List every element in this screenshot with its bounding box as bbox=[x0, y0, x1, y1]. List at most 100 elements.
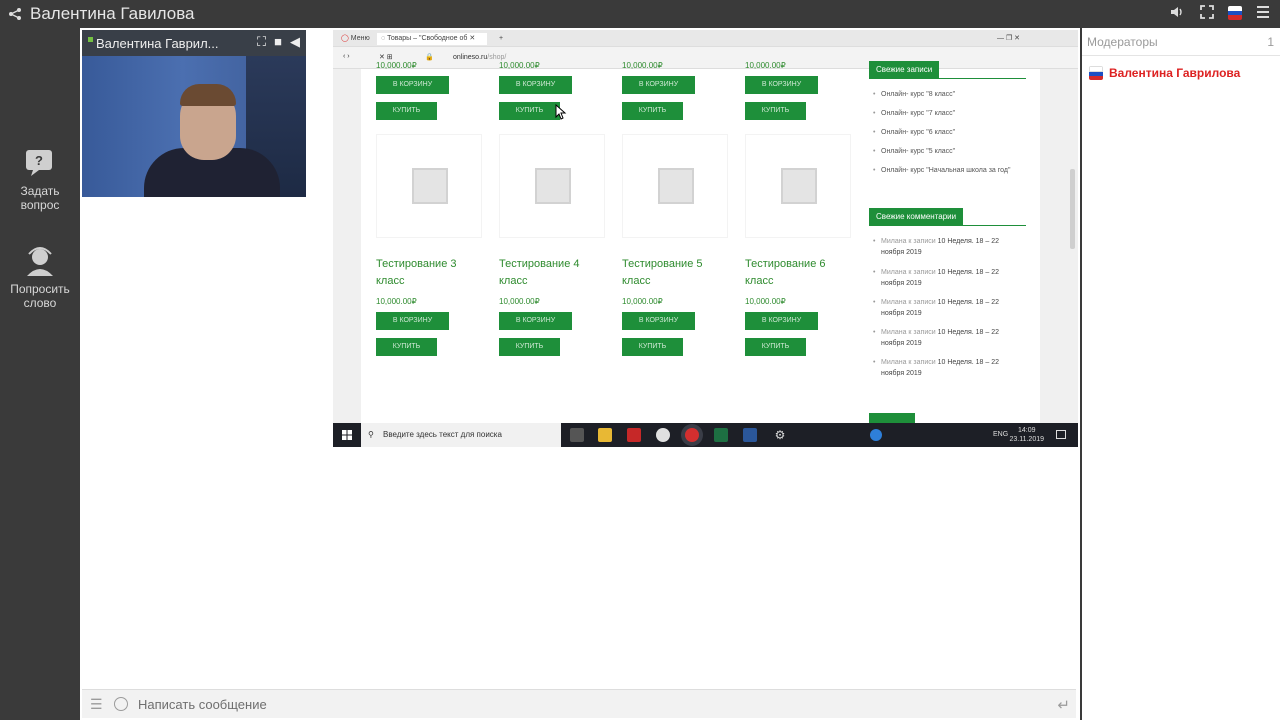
settings-gear-icon[interactable]: ⚙ bbox=[773, 428, 787, 442]
add-to-cart-button[interactable]: В КОРЗИНУ bbox=[622, 76, 695, 94]
main-area: Валентина Гаврил... ⛶ ■ ◀ ◯ Меню ◌ Товар… bbox=[80, 28, 1080, 720]
emoji-icon[interactable] bbox=[114, 697, 128, 711]
moderators-count: 1 bbox=[1267, 35, 1274, 49]
buy-button[interactable]: КУПИТЬ bbox=[745, 338, 806, 356]
url-text[interactable]: onlineso.ru/shop/ bbox=[453, 54, 506, 61]
task-view-icon[interactable] bbox=[570, 428, 584, 442]
recent-comment[interactable]: Милана к записи 10 Неделя. 18 – 22 ноябр… bbox=[873, 327, 1021, 349]
top-bar: Валентина Гавилова bbox=[0, 0, 1280, 28]
input-language[interactable]: ENG bbox=[993, 431, 1008, 438]
live-indicator bbox=[88, 37, 93, 42]
notifications-icon[interactable] bbox=[1056, 430, 1066, 439]
excel-icon[interactable] bbox=[714, 428, 728, 442]
mute-icon[interactable]: ◀ bbox=[290, 34, 300, 50]
new-tab-icon[interactable]: + bbox=[495, 33, 503, 45]
word-icon[interactable] bbox=[743, 428, 757, 442]
sidebar-heading-partial bbox=[869, 413, 915, 423]
recent-comment[interactable]: Милана к записи 10 Неделя. 18 – 22 ноябр… bbox=[873, 267, 1021, 289]
taskbar-search-input[interactable]: ⚲ Введите здесь текст для поиска bbox=[361, 423, 561, 447]
speaker-person-icon bbox=[23, 246, 57, 276]
recent-post-link[interactable]: Онлайн- курс "7 класс" bbox=[873, 108, 1021, 119]
heading-underline bbox=[869, 78, 1026, 79]
page-scrollbar[interactable] bbox=[1070, 169, 1075, 249]
add-to-cart-button[interactable]: В КОРЗИНУ bbox=[745, 312, 818, 330]
volume-icon[interactable] bbox=[1168, 4, 1186, 22]
video-fullscreen-icon[interactable]: ⛶ bbox=[257, 34, 266, 50]
yandex-browser-icon[interactable] bbox=[656, 428, 670, 442]
product-price: 10,000.00₽ bbox=[376, 297, 417, 306]
buy-button[interactable]: КУПИТЬ bbox=[499, 338, 560, 356]
image-placeholder-icon bbox=[658, 168, 694, 204]
buy-button[interactable]: КУПИТЬ bbox=[745, 102, 806, 120]
lock-icon: 🔒 bbox=[425, 54, 434, 61]
shop-page: 10,000.00₽ 10,000.00₽ 10,000.00₽ 10,000.… bbox=[333, 61, 1078, 423]
moderator-name[interactable]: Валентина Гаврилова bbox=[1109, 66, 1240, 80]
product-price: 10,000.00₽ bbox=[499, 297, 540, 306]
add-to-cart-button[interactable]: В КОРЗИНУ bbox=[745, 76, 818, 94]
product-title[interactable]: Тестирование 5 класс bbox=[622, 256, 722, 290]
product-title[interactable]: Тестирование 6 класс bbox=[745, 256, 845, 290]
product-title[interactable]: Тестирование 3 класс bbox=[376, 256, 476, 290]
window-controls[interactable]: — ❐ ✕ bbox=[993, 33, 1020, 45]
image-placeholder-icon bbox=[412, 168, 448, 204]
yandex-app-icon[interactable] bbox=[627, 428, 641, 442]
menu-icon[interactable] bbox=[1254, 4, 1272, 22]
recent-posts-heading: Свежие записи bbox=[869, 61, 940, 78]
back-icon[interactable]: ‹ › bbox=[343, 53, 350, 60]
ask-word-button[interactable]: Попросить слово bbox=[0, 246, 80, 310]
product-price: 10,000.00₽ bbox=[622, 297, 663, 306]
buy-button[interactable]: КУПИТЬ bbox=[499, 102, 560, 120]
recent-comment[interactable]: Милана к записи 10 Неделя. 18 – 22 ноябр… bbox=[873, 297, 1021, 319]
opera-menu-tab[interactable]: ◯ Меню bbox=[337, 33, 370, 45]
product-price: 10,000.00₽ bbox=[745, 297, 786, 306]
product-image-placeholder[interactable] bbox=[745, 134, 851, 238]
chat-input-bar: ☰ Написать сообщение ↵ bbox=[82, 689, 1076, 718]
buy-button[interactable]: КУПИТЬ bbox=[622, 338, 683, 356]
page-left-margin bbox=[333, 69, 361, 423]
fullscreen-icon[interactable] bbox=[1198, 4, 1216, 22]
buy-button[interactable]: КУПИТЬ bbox=[376, 102, 437, 120]
windows-start-icon[interactable] bbox=[342, 430, 352, 440]
product-title[interactable]: Тестирование 4 класс bbox=[499, 256, 599, 290]
svg-text:?: ? bbox=[35, 153, 43, 168]
webcam-video[interactable]: Валентина Гаврил... ⛶ ■ ◀ bbox=[82, 30, 306, 197]
moderators-title: Модераторы bbox=[1087, 35, 1158, 49]
russia-flag-icon bbox=[1089, 66, 1103, 80]
add-to-cart-button[interactable]: В КОРЗИНУ bbox=[499, 312, 572, 330]
chat-menu-icon[interactable]: ☰ bbox=[90, 697, 104, 711]
file-explorer-icon[interactable] bbox=[598, 428, 612, 442]
camera-icon[interactable]: ■ bbox=[274, 34, 282, 50]
recent-post-link[interactable]: Онлайн- курс "5 класс" bbox=[873, 146, 1021, 157]
share-icon[interactable] bbox=[8, 7, 22, 21]
recent-post-link[interactable]: Онлайн- курс "8 класс" bbox=[873, 89, 1021, 100]
product-price: 10,000.00₽ bbox=[745, 61, 786, 70]
recent-post-link[interactable]: Онлайн- курс "Начальная школа за год" bbox=[873, 165, 1021, 176]
product-image-placeholder[interactable] bbox=[499, 134, 605, 238]
help-icon[interactable] bbox=[870, 429, 882, 441]
address-bar[interactable]: ‹ › ✕ ⊞ 🔒 onlineso.ru/shop/ bbox=[333, 47, 1078, 69]
browser-tab-shop[interactable]: ◌ Товары – "Свободное об ✕ bbox=[377, 33, 487, 45]
add-to-cart-button[interactable]: В КОРЗИНУ bbox=[499, 76, 572, 94]
language-flag-icon[interactable] bbox=[1228, 6, 1242, 20]
recent-post-link[interactable]: Онлайн- курс "6 класс" bbox=[873, 127, 1021, 138]
moderators-panel: Модераторы 1 Валентина Гаврилова bbox=[1082, 28, 1280, 720]
send-enter-icon[interactable]: ↵ bbox=[1057, 696, 1070, 714]
buy-button[interactable]: КУПИТЬ bbox=[622, 102, 683, 120]
reload-icon[interactable]: ✕ ⊞ bbox=[379, 53, 393, 61]
moderator-item[interactable]: Валентина Гаврилова bbox=[1089, 66, 1240, 80]
chat-message-input[interactable]: Написать сообщение bbox=[138, 697, 267, 712]
recent-comment[interactable]: Милана к записи 10 Неделя. 18 – 22 ноябр… bbox=[873, 357, 1021, 379]
add-to-cart-button[interactable]: В КОРЗИНУ bbox=[376, 312, 449, 330]
opera-browser-icon[interactable] bbox=[685, 428, 699, 442]
product-price: 10,000.00₽ bbox=[622, 61, 663, 70]
taskbar-clock[interactable]: 14:09 23.11.2019 bbox=[1009, 426, 1044, 444]
buy-button[interactable]: КУПИТЬ bbox=[376, 338, 437, 356]
recent-comment[interactable]: Милана к записи 10 Неделя. 18 – 22 ноябр… bbox=[873, 236, 1021, 258]
add-to-cart-button[interactable]: В КОРЗИНУ bbox=[376, 76, 449, 94]
add-to-cart-button[interactable]: В КОРЗИНУ bbox=[622, 312, 695, 330]
product-image-placeholder[interactable] bbox=[376, 134, 482, 238]
ask-question-button[interactable]: ? Задать вопрос bbox=[0, 148, 80, 212]
moderators-header: Модераторы 1 bbox=[1082, 28, 1280, 56]
product-image-placeholder[interactable] bbox=[622, 134, 728, 238]
ask-word-label: Попросить слово bbox=[10, 282, 70, 310]
